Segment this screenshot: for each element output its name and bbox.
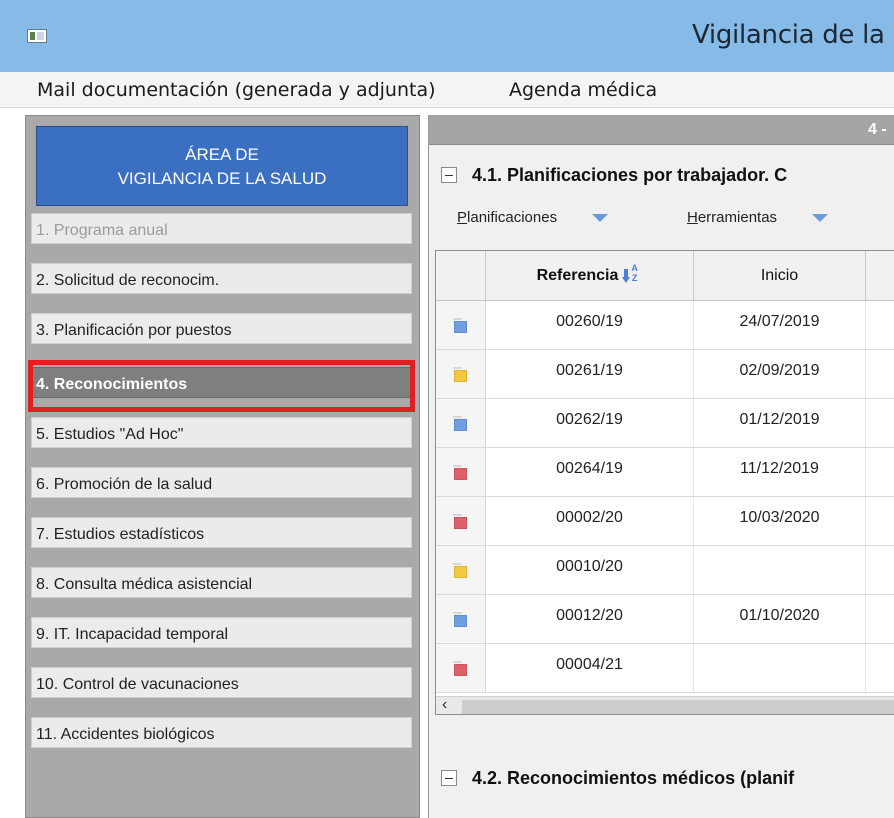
row-marker[interactable] (436, 644, 486, 692)
sidebar-item-accidentes-biologicos[interactable]: 11. Accidentes biológicos (31, 717, 412, 748)
window-title: Vigilancia de la (692, 20, 885, 50)
grid-header-marker (436, 251, 486, 301)
sidebar-item-estudios-estadisticos[interactable]: 7. Estudios estadísticos (31, 517, 412, 548)
document-status-icon (453, 318, 467, 333)
title-bar: Vigilancia de la (0, 0, 894, 72)
sidebar-item-consulta-medica[interactable]: 8. Consulta médica asistencial (31, 567, 412, 598)
column-header-next[interactable] (866, 251, 894, 301)
table-row[interactable]: 00264/19 11/12/2019 (436, 448, 894, 497)
cell-referencia[interactable]: 00262/19 (486, 399, 694, 447)
row-marker[interactable] (436, 301, 486, 349)
cell-referencia[interactable]: 00002/20 (486, 497, 694, 545)
cell-inicio[interactable] (694, 644, 866, 692)
table-row[interactable]: 00002/20 10/03/2020 (436, 497, 894, 546)
herramientas-menu[interactable]: Herramientas (687, 209, 777, 226)
herramientas-accel: H (687, 209, 698, 226)
area-header-line2: VIGILANCIA DE LA SALUD (117, 169, 327, 188)
cell-next[interactable] (866, 448, 894, 496)
highlight-annotation (28, 360, 415, 412)
main-panel: 4 - 4.1. Planificaciones por trabajador.… (428, 115, 894, 818)
cell-next[interactable] (866, 497, 894, 545)
table-row[interactable]: 00004/21 (436, 644, 894, 693)
table-row[interactable]: 00260/19 24/07/2019 (436, 301, 894, 350)
cell-next[interactable] (866, 644, 894, 692)
row-marker[interactable] (436, 546, 486, 594)
planificaciones-accel: P (457, 209, 468, 226)
column-header-referencia[interactable]: Referencia A Z (486, 251, 694, 301)
document-status-icon (453, 465, 467, 480)
cell-next[interactable] (866, 595, 894, 643)
cell-next[interactable] (866, 399, 894, 447)
column-header-referencia-label: Referencia (536, 267, 619, 284)
main-header-text: 4 - (868, 121, 887, 138)
sidebar-item-promocion-salud[interactable]: 6. Promoción de la salud (31, 467, 412, 498)
document-status-icon (453, 661, 467, 676)
planificaciones-grid: Referencia A Z Inicio 00260/19 24/07/2019 00… (435, 250, 894, 715)
sort-ascending-icon: AZ (622, 263, 642, 285)
grid-header: Referencia A Z Inicio (436, 251, 894, 301)
menu-bar: Mail documentación (generada y adjunta) … (0, 72, 894, 108)
column-header-inicio[interactable]: Inicio (694, 251, 866, 301)
section2-title: 4.2. Reconocimientos médicos (planif (472, 768, 795, 788)
cell-inicio[interactable]: 01/10/2020 (694, 595, 866, 643)
cell-next[interactable] (866, 301, 894, 349)
cell-next[interactable] (866, 546, 894, 594)
row-marker[interactable] (436, 595, 486, 643)
cell-referencia[interactable]: 00010/20 (486, 546, 694, 594)
sidebar-item-incapacidad-temporal[interactable]: 9. IT. Incapacidad temporal (31, 617, 412, 648)
cell-inicio[interactable]: 11/12/2019 (694, 448, 866, 496)
cell-inicio[interactable] (694, 546, 866, 594)
sidebar: ÁREA DE VIGILANCIA DE LA SALUD 1. Progra… (25, 115, 420, 818)
herramientas-rest: erramientas (697, 209, 778, 226)
planificaciones-menu[interactable]: Planificaciones (457, 209, 557, 226)
planificaciones-rest: lanificaciones (467, 209, 558, 226)
cell-inicio[interactable]: 10/03/2020 (694, 497, 866, 545)
cell-referencia[interactable]: 00264/19 (486, 448, 694, 496)
sidebar-item-estudios-ad-hoc[interactable]: 5. Estudios "Ad Hoc" (31, 417, 412, 448)
section1-title: 4.1. Planificaciones por trabajador. C (472, 165, 788, 185)
table-row[interactable]: 00262/19 01/12/2019 (436, 399, 894, 448)
document-status-icon (453, 367, 467, 382)
scrollbar-thumb[interactable] (462, 700, 894, 714)
sidebar-item-solicitud-reconocim[interactable]: 2. Solicitud de reconocim. (31, 263, 412, 294)
document-status-icon (453, 416, 467, 431)
section2-collapse-icon[interactable] (441, 770, 457, 786)
menu-agenda-medica[interactable]: Agenda médica (509, 79, 657, 101)
main-header: 4 - (429, 115, 894, 145)
sidebar-item-programa-anual[interactable]: 1. Programa anual (31, 213, 412, 244)
sidebar-item-planificacion-puestos[interactable]: 3. Planificación por puestos (31, 313, 412, 344)
area-header-line1: ÁREA DE (185, 145, 259, 164)
planificaciones-dropdown-icon[interactable] (592, 214, 608, 222)
cell-next[interactable] (866, 350, 894, 398)
row-marker[interactable] (436, 497, 486, 545)
section1-collapse-icon[interactable] (441, 167, 457, 183)
scroll-left-icon[interactable]: ‹ (442, 696, 447, 714)
table-row[interactable]: 00261/19 02/09/2019 (436, 350, 894, 399)
document-status-icon (453, 612, 467, 627)
cell-referencia[interactable]: 00261/19 (486, 350, 694, 398)
document-status-icon (453, 563, 467, 578)
horizontal-scrollbar[interactable]: ‹ (436, 696, 894, 714)
cell-referencia[interactable]: 00012/20 (486, 595, 694, 643)
document-status-icon (453, 514, 467, 529)
cell-inicio[interactable]: 02/09/2019 (694, 350, 866, 398)
row-marker[interactable] (436, 350, 486, 398)
cell-referencia[interactable]: 00260/19 (486, 301, 694, 349)
menu-mail-documentacion[interactable]: Mail documentación (generada y adjunta) (37, 79, 436, 101)
area-header: ÁREA DE VIGILANCIA DE LA SALUD (36, 126, 408, 206)
table-row[interactable]: 00012/20 01/10/2020 (436, 595, 894, 644)
app-icon[interactable] (27, 29, 47, 43)
cell-referencia[interactable]: 00004/21 (486, 644, 694, 692)
row-marker[interactable] (436, 448, 486, 496)
cell-inicio[interactable]: 01/12/2019 (694, 399, 866, 447)
herramientas-dropdown-icon[interactable] (812, 214, 828, 222)
row-marker[interactable] (436, 399, 486, 447)
cell-inicio[interactable]: 24/07/2019 (694, 301, 866, 349)
sidebar-item-control-vacunaciones[interactable]: 10. Control de vacunaciones (31, 667, 412, 698)
table-row[interactable]: 00010/20 (436, 546, 894, 595)
